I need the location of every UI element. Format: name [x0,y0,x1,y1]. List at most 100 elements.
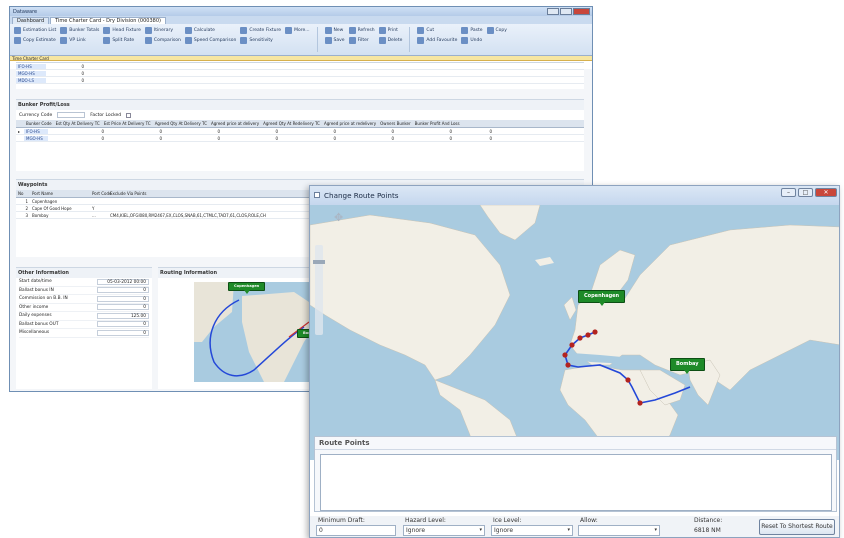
close-button[interactable] [573,8,590,15]
ribbon-button-icon [144,27,152,34]
ribbon-button-calculate[interactable]: Calculate [184,27,236,34]
other-info-value[interactable]: 05-03-2012 00:00 [97,278,149,285]
top-grid-row[interactable]: MGO-HS 0 [16,70,584,77]
other-info-title: Other Information [16,268,152,278]
waypoint-no: 1 [25,198,28,204]
ribbon-button-icon [240,37,248,44]
bunker-column-header: Agreed Qty At Redelivery TC [263,121,320,126]
ribbon-button-split-rate[interactable]: Split Rate [103,37,141,44]
ribbon-button-print[interactable]: Print [378,27,403,34]
other-info-value[interactable]: 0 [97,295,149,302]
tab-dashboard[interactable]: Dashboard [12,17,50,24]
bunker-column-header: Agreed price at redelivery [323,121,377,126]
bunker-column-header: Bunker Profit And Loss [414,121,460,126]
ribbon: Estimation List Copy Estimate Bunker Total… [10,24,592,56]
top-grid-row[interactable]: IFO-HS 0 [16,63,584,70]
ribbon-button-label: Save [333,38,345,43]
other-info-label: Daily expenses [19,313,52,319]
map-pin-copenhagen[interactable]: Copenhagen [578,290,626,306]
bunker-cell: 0 [159,128,162,134]
map-pin-bombay[interactable]: Bombay [670,358,705,374]
minimize-button[interactable] [547,8,559,15]
ribbon-button-label: Sensitivity [249,38,273,43]
ribbon-button-icon [144,37,152,44]
other-info-row: Daily expenses 125.00 [19,312,149,321]
ribbon-button-itinerary[interactable]: Itinerary [144,27,181,34]
dialog-title: Change Route Points [324,191,399,200]
ice-level-select[interactable]: Ignore [491,525,573,536]
waypoint-code[interactable]: ... [90,213,108,218]
ribbon-button-bunker-totals[interactable]: Bunker Totals [60,27,99,34]
distance-label: Distance: [694,517,723,524]
route-points-list[interactable] [320,454,832,511]
factor-locked-checkbox[interactable] [126,112,132,118]
currency-label: Currency Code [19,112,53,118]
ribbon-button-new[interactable]: New [324,27,345,34]
maximize-button[interactable] [560,8,572,15]
ribbon-button-undo[interactable]: Undo [461,37,482,44]
top-grid-code: MDO-LS [16,77,46,83]
top-grid-row[interactable]: MDO-LS 0 [16,77,584,84]
ribbon-button-save[interactable]: Save [324,37,345,44]
bunker-row[interactable]: ▸ IFO-HS 0 0 0 0 0 0 0 0 [16,128,584,135]
min-draft-input[interactable]: 0 [316,525,396,536]
other-info-value[interactable]: 0 [97,329,149,336]
bunker-cell: 0 [333,128,336,134]
ribbon-button-comparison[interactable]: Comparison [144,37,181,44]
change-route-dialog: Change Route Points – □ ✕ ✥ Copenhagen B… [309,185,840,538]
other-info-row: Start date/time 05-03-2012 00:00 [19,278,149,287]
ribbon-button-create-fixture[interactable]: Create Fixture [240,27,281,34]
pan-control-icon[interactable]: ✥ [334,211,343,224]
ribbon-button-icon [461,27,469,34]
bunker-cell: 0 [489,128,492,134]
factor-locked-label: Factor Locked [90,112,122,118]
ribbon-button-copy-estimate[interactable]: Copy Estimate [14,37,56,44]
ribbon-button-estimation-list[interactable]: Estimation List [14,27,56,34]
top-grid-value: 0 [81,77,84,83]
other-info-label: Other income [19,304,49,310]
waypoint-code[interactable]: Y [90,206,108,211]
tab-time-charter-card[interactable]: Time Charter Card - Dry Division (000380… [50,17,166,24]
ribbon-button-delete[interactable]: Delete [378,37,402,44]
bunker-cell: 0 [101,128,104,134]
reset-shortest-route-button[interactable]: Reset To Shortest Route [759,519,835,535]
allow-select[interactable] [578,525,660,536]
ribbon-button-copy[interactable]: Copy [486,27,507,34]
ribbon-button-more-[interactable]: More... [285,27,310,34]
ribbon-group: New Save [324,27,345,52]
bunker-cell: 0 [449,128,452,134]
bunker-grid-header: Bunker Code Est Qty At Delivery TC Est Pri… [16,120,584,128]
hazard-level-select[interactable]: Ignore [403,525,485,536]
bunker-row[interactable]: MGO-HS 0 0 0 0 0 0 0 0 [16,135,584,142]
other-info-value[interactable]: 125.00 [97,312,149,319]
ribbon-button-sensitivity[interactable]: Sensitivity [240,37,281,44]
bunker-title: Bunker Profit/Loss [16,100,584,110]
ribbon-button-icon [14,27,21,34]
ribbon-button-label: Bunker Totals [69,28,100,33]
ribbon-button-icon [417,27,425,34]
ribbon-button-label: Cut [426,28,435,33]
routing-pin-copenhagen[interactable]: Copenhagen [228,282,266,294]
waypoint-column-header: No [18,191,24,196]
ribbon-button-label: Create Fixture [249,28,282,33]
ribbon-button-add-favourite[interactable]: Add Favourite [417,37,457,44]
currency-input[interactable] [57,112,86,118]
ribbon-button-refresh[interactable]: Refresh [348,27,375,34]
ribbon-button-speed-comparison[interactable]: Speed Comparison [184,37,236,44]
ribbon-button-label: Comparison [153,38,181,43]
dialog-maximize-button[interactable]: □ [798,188,813,197]
ribbon-button-cut[interactable]: Cut [417,27,457,34]
ribbon-button-head-fixture[interactable]: Head Fixture [103,27,141,34]
route-map[interactable]: ✥ Copenhagen Bombay [310,205,839,460]
other-info-value[interactable]: 0 [97,321,149,328]
other-info-value[interactable]: 0 [97,287,149,294]
ribbon-button-vp-link[interactable]: VP Link [60,37,99,44]
other-info-value[interactable]: 0 [97,304,149,311]
dialog-close-button[interactable]: ✕ [815,188,837,197]
ribbon-button-label: Add Favourite [426,38,458,43]
ribbon-button-filter[interactable]: Filter [348,37,375,44]
dialog-minimize-button[interactable]: – [781,188,796,197]
ribbon-button-paste[interactable]: Paste [461,27,483,34]
ribbon-button-label: VP Link [69,38,86,43]
other-info-row: Ballast bonus IN 0 [19,287,149,295]
